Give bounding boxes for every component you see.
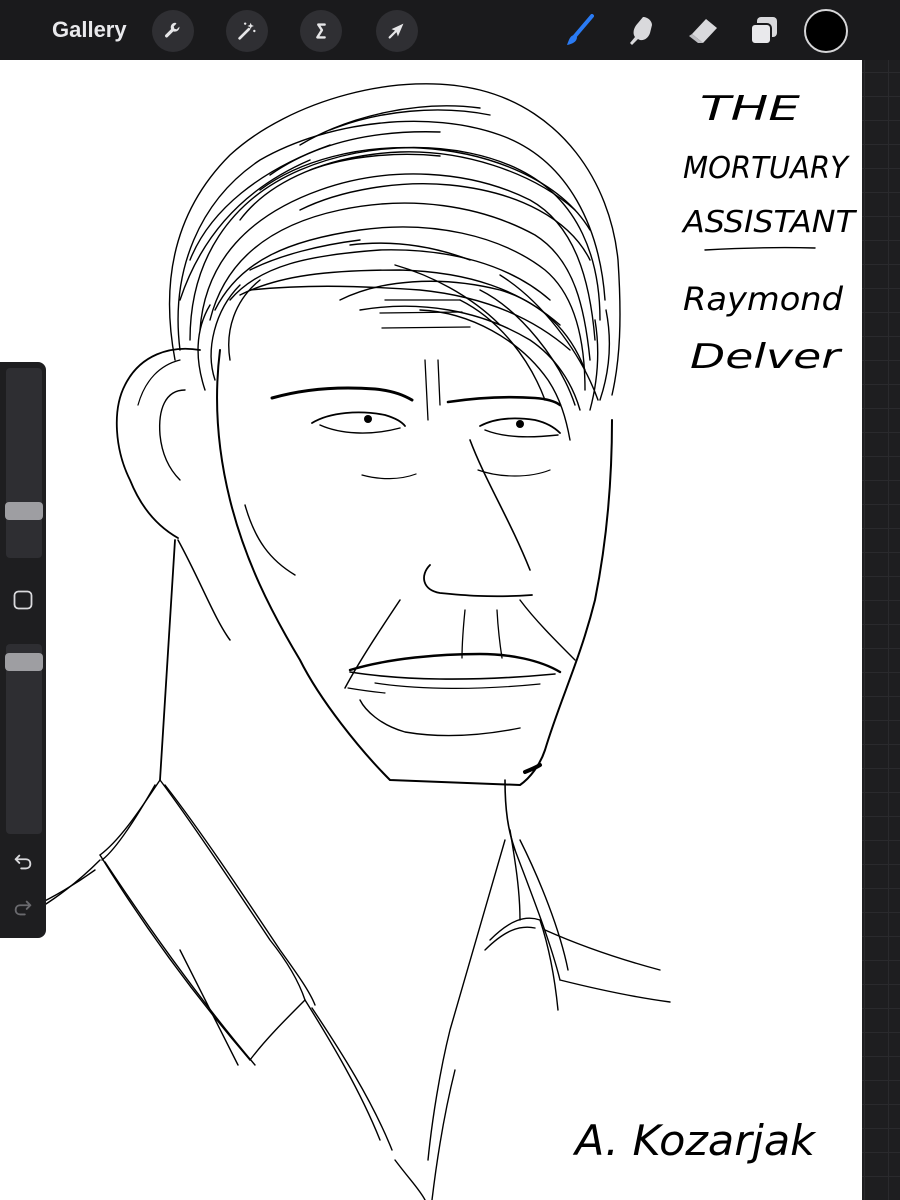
transform-arrow-icon[interactable]: [376, 10, 418, 52]
procreate-app: Gallery THE MORTUARY ASSISTANT Raymond D…: [0, 0, 900, 1200]
brush-size-slider[interactable]: [6, 368, 42, 558]
artist-signature: A. Kozarjak: [572, 1116, 817, 1165]
left-sidebar: [0, 362, 46, 938]
opacity-thumb[interactable]: [5, 652, 43, 671]
opacity-slider[interactable]: [6, 644, 42, 834]
brush-size-thumb[interactable]: [5, 502, 43, 521]
actions-wrench-icon[interactable]: [152, 10, 194, 52]
undo-icon[interactable]: [11, 850, 35, 874]
color-picker-swatch[interactable]: [804, 9, 848, 53]
hair-strokes: [168, 83, 621, 441]
top-toolbar: Gallery: [0, 0, 900, 60]
modify-square-icon[interactable]: [13, 590, 33, 610]
shirt-strokes: [0, 779, 671, 1200]
sketch-artwork: THE MORTUARY ASSISTANT Raymond Delver A.…: [0, 83, 858, 1200]
gallery-button[interactable]: Gallery: [52, 17, 127, 43]
subtitle-line-1: Raymond: [683, 280, 844, 318]
adjustments-wand-icon[interactable]: [226, 10, 268, 52]
selection-s-icon[interactable]: [300, 10, 342, 52]
redo-icon[interactable]: [11, 896, 35, 920]
brush-icon[interactable]: [558, 10, 600, 52]
drawing-canvas[interactable]: THE MORTUARY ASSISTANT Raymond Delver A.…: [0, 60, 862, 1200]
layers-icon[interactable]: [742, 10, 784, 52]
subtitle-line-2: Delver: [690, 337, 843, 377]
title-line-3: ASSISTANT: [681, 205, 858, 240]
title-line-1: THE: [700, 89, 801, 129]
smudge-icon[interactable]: [620, 10, 662, 52]
eraser-icon[interactable]: [682, 10, 724, 52]
title-line-2: MORTUARY: [683, 151, 851, 186]
